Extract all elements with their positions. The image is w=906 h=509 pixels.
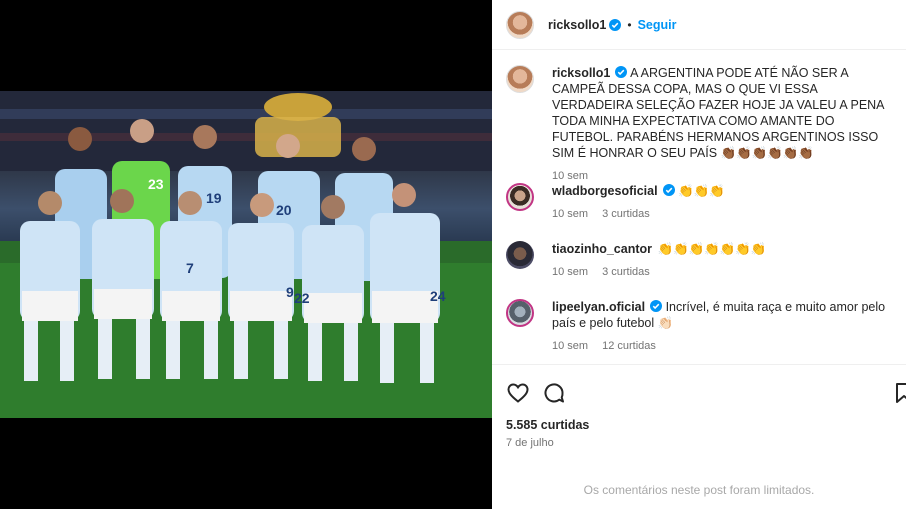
jersey-number: 24 (430, 288, 446, 304)
comment-meta: 10 sem 12 curtidas (552, 340, 896, 352)
comments-limited-notice: Os comentários neste post foram limitado… (583, 483, 815, 497)
caption-text: A ARGENTINA PODE ATÉ NÃO SER A CAMPEÃ DE… (552, 66, 884, 160)
verified-icon (650, 300, 663, 312)
separator-dot: • (627, 17, 632, 32)
commenter-avatar[interactable] (506, 299, 534, 327)
comment-likes[interactable]: 12 curtidas (602, 340, 656, 352)
comment-item: wladborgesoficial 👏👏👏 10 sem 3 curtidas (506, 183, 896, 220)
caption-meta: 10 sem (552, 170, 896, 182)
post-header: ricksollo1 • Seguir (492, 0, 906, 50)
post-actions: 5.585 curtidas 7 de julho Os comentários… (492, 364, 906, 509)
post-photo[interactable]: 23 19 20 7 22 24 9 (0, 91, 492, 418)
heart-icon[interactable] (506, 381, 530, 405)
caption-time[interactable]: 10 sem (552, 170, 588, 182)
comment-item: tiaozinho_cantor 👏👏👏👏👏👏👏 10 sem 3 curtida… (506, 241, 896, 278)
verified-icon (615, 66, 628, 78)
comment-body: wladborgesoficial 👏👏👏 (552, 183, 896, 199)
post-date[interactable]: 7 de julho (506, 437, 554, 449)
caption-username[interactable]: ricksollo1 (552, 66, 610, 80)
comment-text: 👏👏👏👏👏👏👏 (657, 242, 767, 256)
commenter-avatar[interactable] (506, 183, 534, 211)
jersey-number: 19 (206, 190, 222, 206)
follow-button[interactable]: Seguir (638, 18, 677, 32)
author-avatar[interactable] (506, 65, 534, 93)
comment-meta: 10 sem 3 curtidas (552, 208, 896, 220)
comment-text: 👏👏👏 (678, 184, 725, 198)
comments-list: ricksollo1 A ARGENTINA PODE ATÉ NÃO SER … (492, 51, 906, 363)
author-avatar[interactable] (506, 10, 534, 39)
comment-likes[interactable]: 3 curtidas (602, 208, 650, 220)
jersey-number: 7 (186, 260, 194, 276)
comment-username[interactable]: lipeelyan.oficial (552, 300, 645, 314)
author-username[interactable]: ricksollo1 (548, 18, 606, 32)
comment-time[interactable]: 10 sem (552, 208, 588, 220)
comment-body: lipeelyan.oficial Incrível, é muita raça… (552, 299, 896, 331)
team-photo-illustration: 23 19 20 7 22 24 9 (0, 91, 492, 418)
jersey-number: 9 (286, 284, 294, 300)
post-panel: ricksollo1 • Seguir ricksollo1 A ARGENTI… (492, 0, 906, 509)
caption: ricksollo1 A ARGENTINA PODE ATÉ NÃO SER … (506, 65, 896, 182)
post-media: 23 19 20 7 22 24 9 (0, 0, 492, 509)
action-icons (506, 381, 578, 405)
commenter-avatar[interactable] (506, 241, 534, 269)
comment-username[interactable]: wladborgesoficial (552, 184, 658, 198)
jersey-number: 20 (276, 202, 292, 218)
jersey-number: 23 (148, 176, 164, 192)
caption-body: ricksollo1 A ARGENTINA PODE ATÉ NÃO SER … (552, 65, 896, 161)
jersey-number: 22 (294, 290, 310, 306)
comment-meta: 10 sem 3 curtidas (552, 266, 896, 278)
likes-count[interactable]: 5.585 curtidas (506, 418, 589, 432)
comment-body: tiaozinho_cantor 👏👏👏👏👏👏👏 (552, 241, 896, 257)
comment-username[interactable]: tiaozinho_cantor (552, 242, 652, 256)
instagram-post-view: 23 19 20 7 22 24 9 ricksollo1 • Seguir r… (0, 0, 906, 509)
comment-icon[interactable] (542, 381, 566, 405)
save-icon[interactable] (892, 381, 906, 405)
verified-icon (609, 18, 622, 31)
comment-time[interactable]: 10 sem (552, 340, 588, 352)
trophy-graphic (264, 93, 332, 121)
comment-item: lipeelyan.oficial Incrível, é muita raça… (506, 299, 896, 352)
comment-time[interactable]: 10 sem (552, 266, 588, 278)
comment-likes[interactable]: 3 curtidas (602, 266, 650, 278)
verified-icon (662, 184, 675, 196)
